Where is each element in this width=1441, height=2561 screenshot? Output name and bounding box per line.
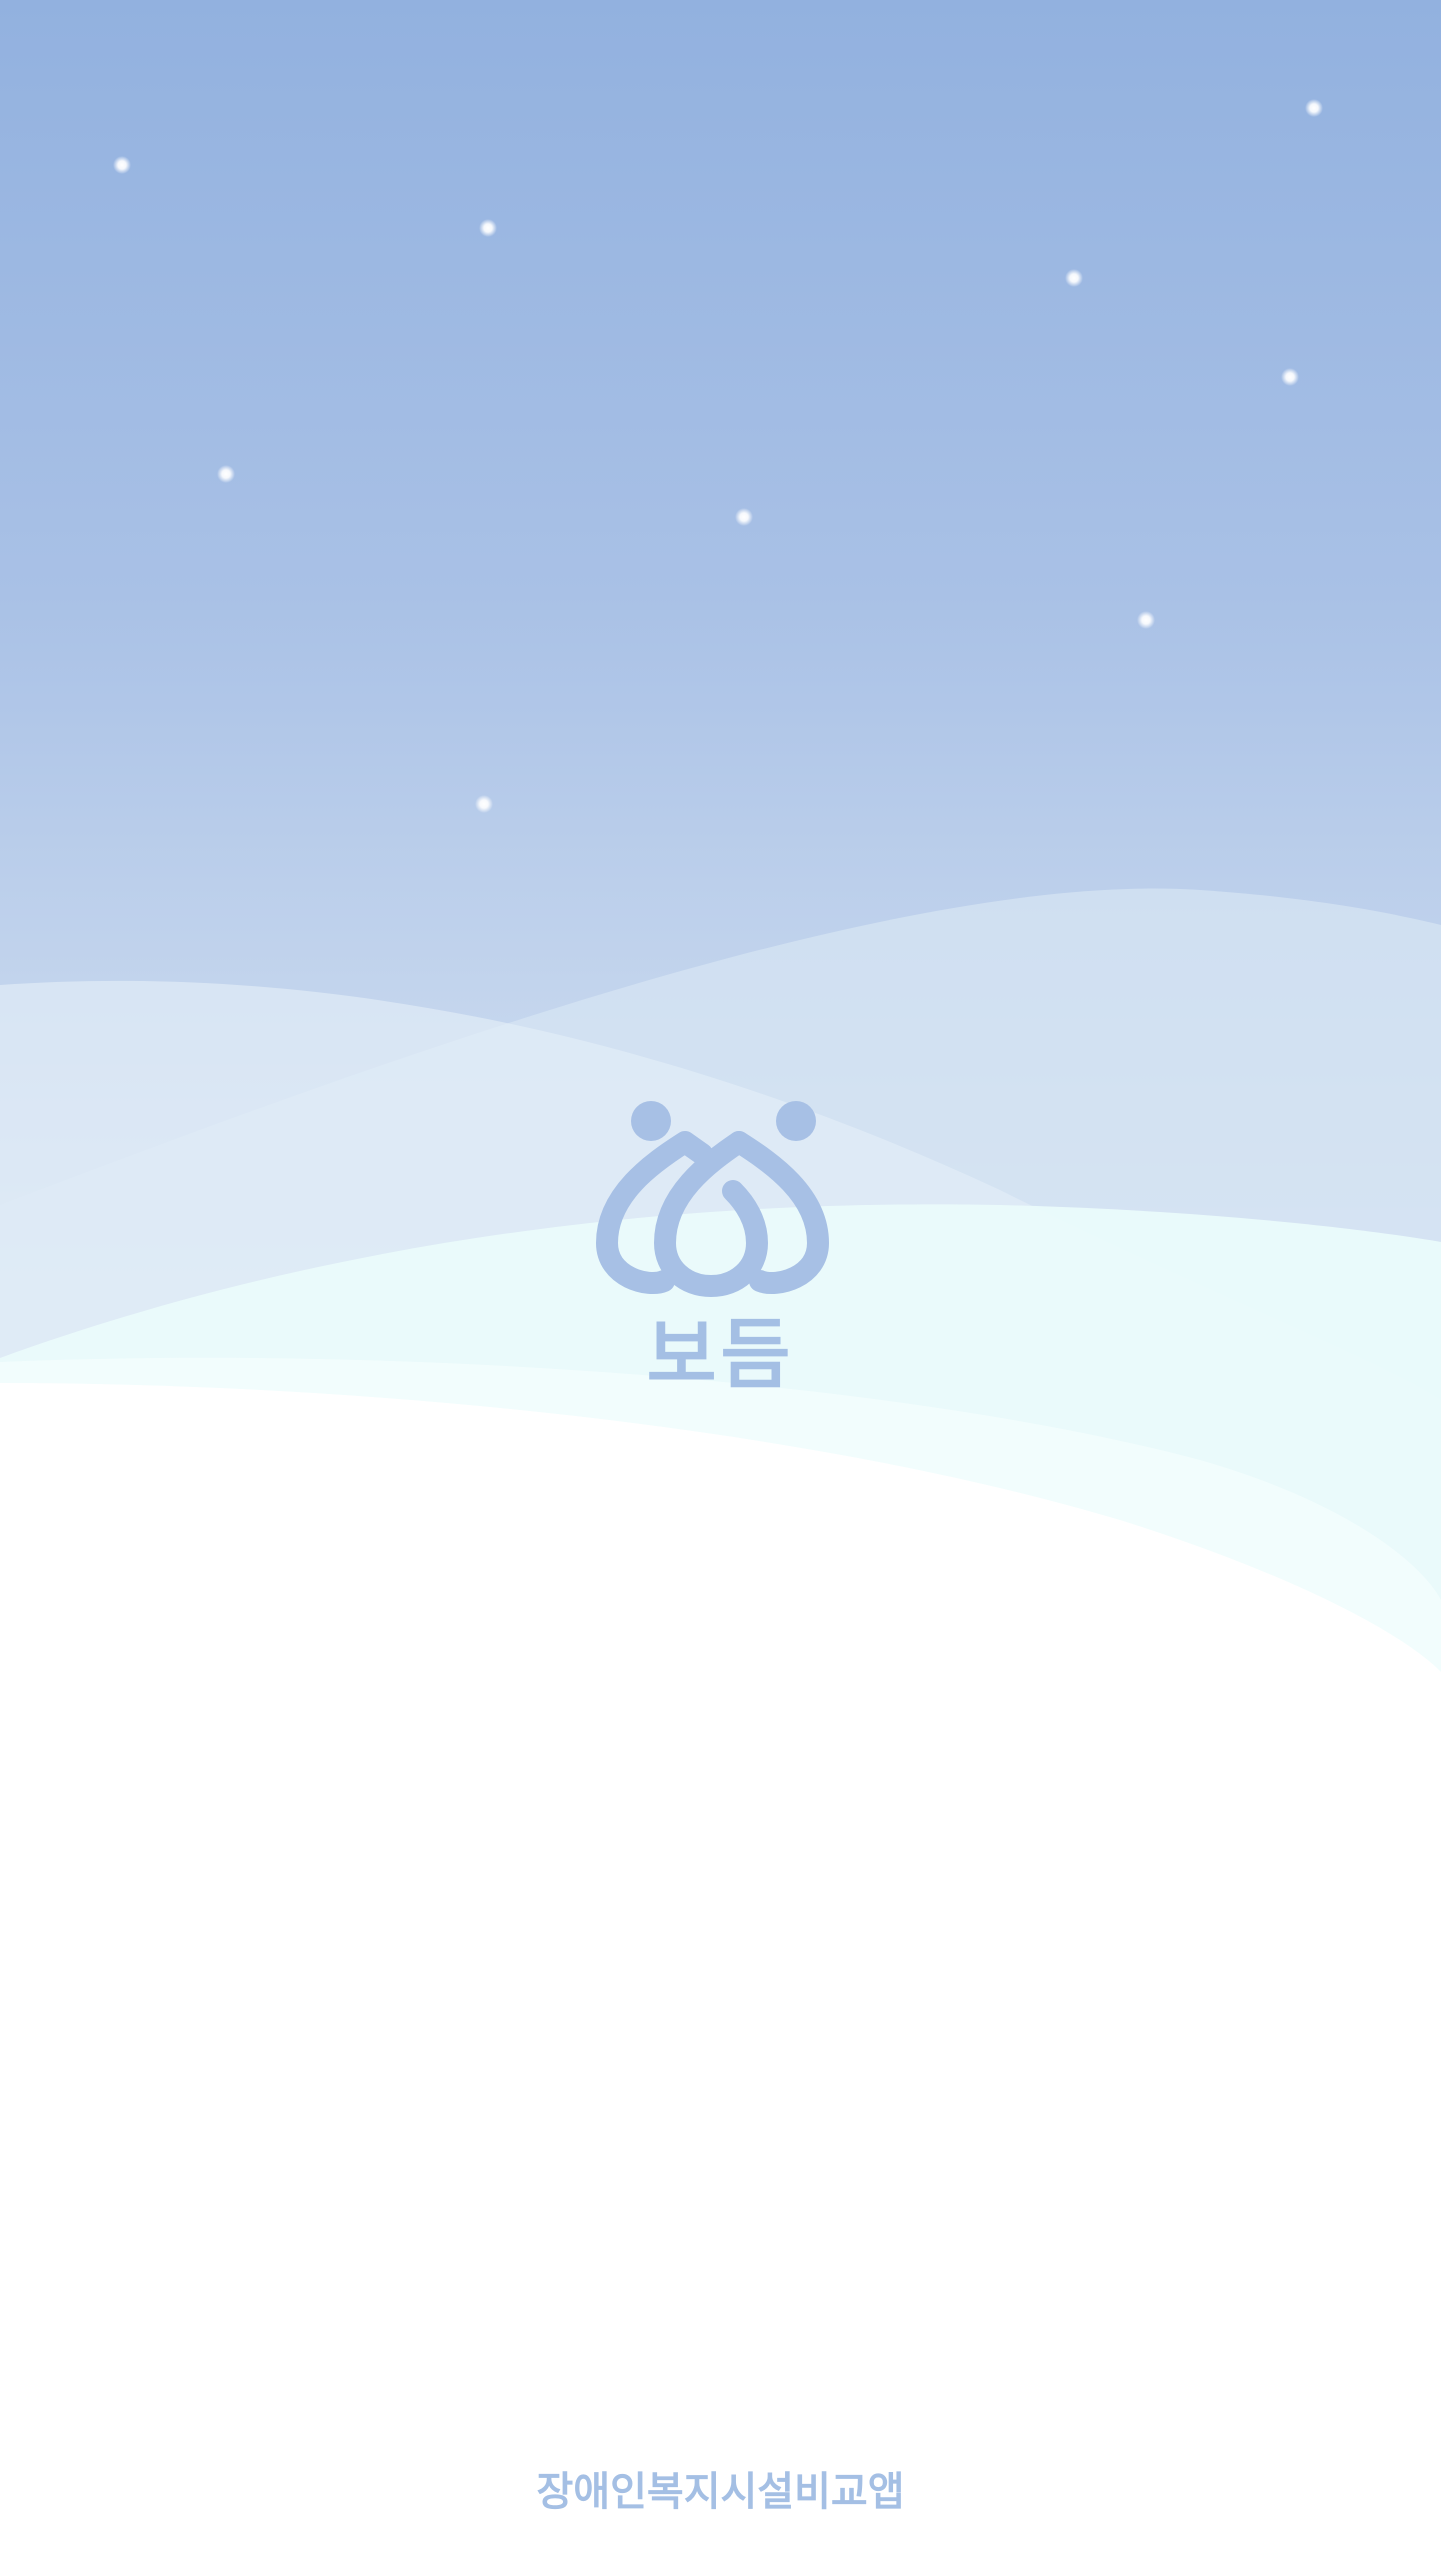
star xyxy=(1305,99,1323,117)
star xyxy=(113,156,131,174)
star xyxy=(735,508,753,526)
left-person-head xyxy=(631,1101,671,1141)
star xyxy=(1065,269,1083,287)
left-figure-arc xyxy=(596,1131,713,1294)
center-figure-arc xyxy=(654,1131,768,1297)
star xyxy=(475,795,493,813)
splash-screen: 보듬 장애인복지시설비교앱 xyxy=(0,0,1441,2561)
app-name-title: 보듬 xyxy=(646,1310,795,1399)
app-tagline: 장애인복지시설비교앱 xyxy=(536,2469,905,2515)
right-person-head xyxy=(776,1101,816,1141)
sky-background xyxy=(0,0,1441,1700)
star xyxy=(479,219,497,237)
star xyxy=(1137,611,1155,629)
two-people-heart-logo-icon xyxy=(596,1101,829,1297)
star xyxy=(217,465,235,483)
star xyxy=(1281,368,1299,386)
